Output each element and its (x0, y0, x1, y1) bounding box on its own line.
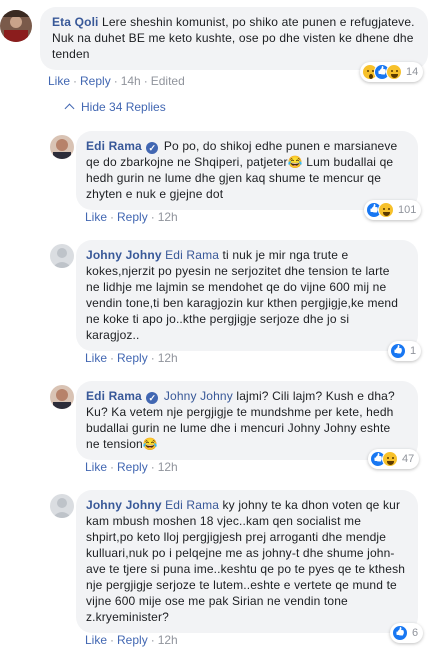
comment-bubble: Johny Johny Edi Rama ti nuk je mir nga t… (76, 240, 418, 351)
timestamp[interactable]: 12h (158, 460, 178, 474)
reaction-summary[interactable]: 101 (364, 200, 422, 220)
like-link[interactable]: Like (85, 460, 107, 474)
timestamp[interactable]: 12h (158, 210, 178, 224)
like-icon (390, 343, 406, 359)
reply-link[interactable]: Reply (80, 74, 111, 88)
comment-actions: Like · Reply · 12h (85, 633, 178, 647)
reaction-count: 101 (398, 204, 417, 216)
reaction-count: 6 (412, 627, 419, 639)
comment-bubble: Eta Qoli Lere sheshin komunist, po shiko… (40, 7, 428, 70)
reply-link[interactable]: Reply (117, 460, 148, 474)
reaction-count: 1 (410, 345, 417, 357)
comment-text: ti nuk je mir nga trute e kokes,njerzit … (86, 248, 399, 342)
like-link[interactable]: Like (85, 210, 107, 224)
timestamp[interactable]: 12h (158, 633, 178, 647)
reply-link[interactable]: Reply (117, 633, 148, 647)
avatar[interactable] (50, 494, 74, 518)
timestamp[interactable]: 14h (121, 74, 141, 88)
mention-link[interactable]: Edi Rama (165, 248, 219, 262)
hide-replies-label: Hide 34 Replies (81, 100, 166, 114)
comment-author[interactable]: Edi Rama (86, 139, 142, 153)
reply-link[interactable]: Reply (117, 351, 148, 365)
avatar[interactable] (50, 135, 74, 159)
comment-author[interactable]: Eta Qoli (52, 15, 99, 29)
reaction-count: 14 (406, 66, 419, 78)
reaction-summary[interactable]: 1 (388, 341, 422, 361)
comment-text: ky johny te ka dhon voten qe kur kam mbu… (86, 498, 406, 624)
timestamp[interactable]: 12h (158, 351, 178, 365)
like-link[interactable]: Like (48, 74, 70, 88)
mention-link[interactable]: Johny Johny (164, 389, 233, 403)
avatar[interactable] (0, 10, 32, 42)
verified-badge-icon: ✓ (146, 392, 159, 404)
reaction-summary[interactable]: 14 (360, 62, 424, 82)
chevron-up-icon (64, 103, 75, 114)
comment-bubble: Johny Johny Edi Rama ky johny te ka dhon… (76, 490, 418, 633)
like-icon (392, 625, 408, 641)
comment-author[interactable]: Edi Rama (86, 389, 142, 403)
like-link[interactable]: Like (85, 351, 107, 365)
comment-bubble: Edi Rama ✓ Johny Johny lajmi? Cili lajm?… (76, 381, 418, 460)
comment-actions: Like · Reply · 12h (85, 351, 178, 365)
comment-author[interactable]: Johny Johny (86, 248, 162, 262)
haha-icon (382, 451, 398, 467)
verified-badge-icon: ✓ (146, 142, 159, 154)
hide-replies-link[interactable]: Hide 34 Replies (64, 100, 166, 114)
comment-text: Lere sheshin komunist, po shiko ate pune… (52, 15, 415, 61)
comment-actions: Like · Reply · 14h · Edited (48, 74, 185, 88)
edited-label[interactable]: Edited (151, 74, 185, 88)
reaction-count: 47 (402, 453, 415, 465)
comment-author[interactable]: Johny Johny (86, 498, 162, 512)
reply-link[interactable]: Reply (117, 210, 148, 224)
like-link[interactable]: Like (85, 633, 107, 647)
mention-link[interactable]: Edi Rama (165, 498, 219, 512)
avatar[interactable] (50, 385, 74, 409)
reaction-summary[interactable]: 47 (368, 449, 420, 469)
haha-icon (378, 202, 394, 218)
avatar[interactable] (50, 244, 74, 268)
comment-actions: Like · Reply · 12h (85, 460, 178, 474)
reaction-summary[interactable]: 6 (390, 623, 424, 643)
comment-bubble: Edi Rama ✓ Po po, do shikoj edhe punen e… (76, 131, 418, 210)
comment-actions: Like · Reply · 12h (85, 210, 178, 224)
haha-icon (386, 64, 402, 80)
